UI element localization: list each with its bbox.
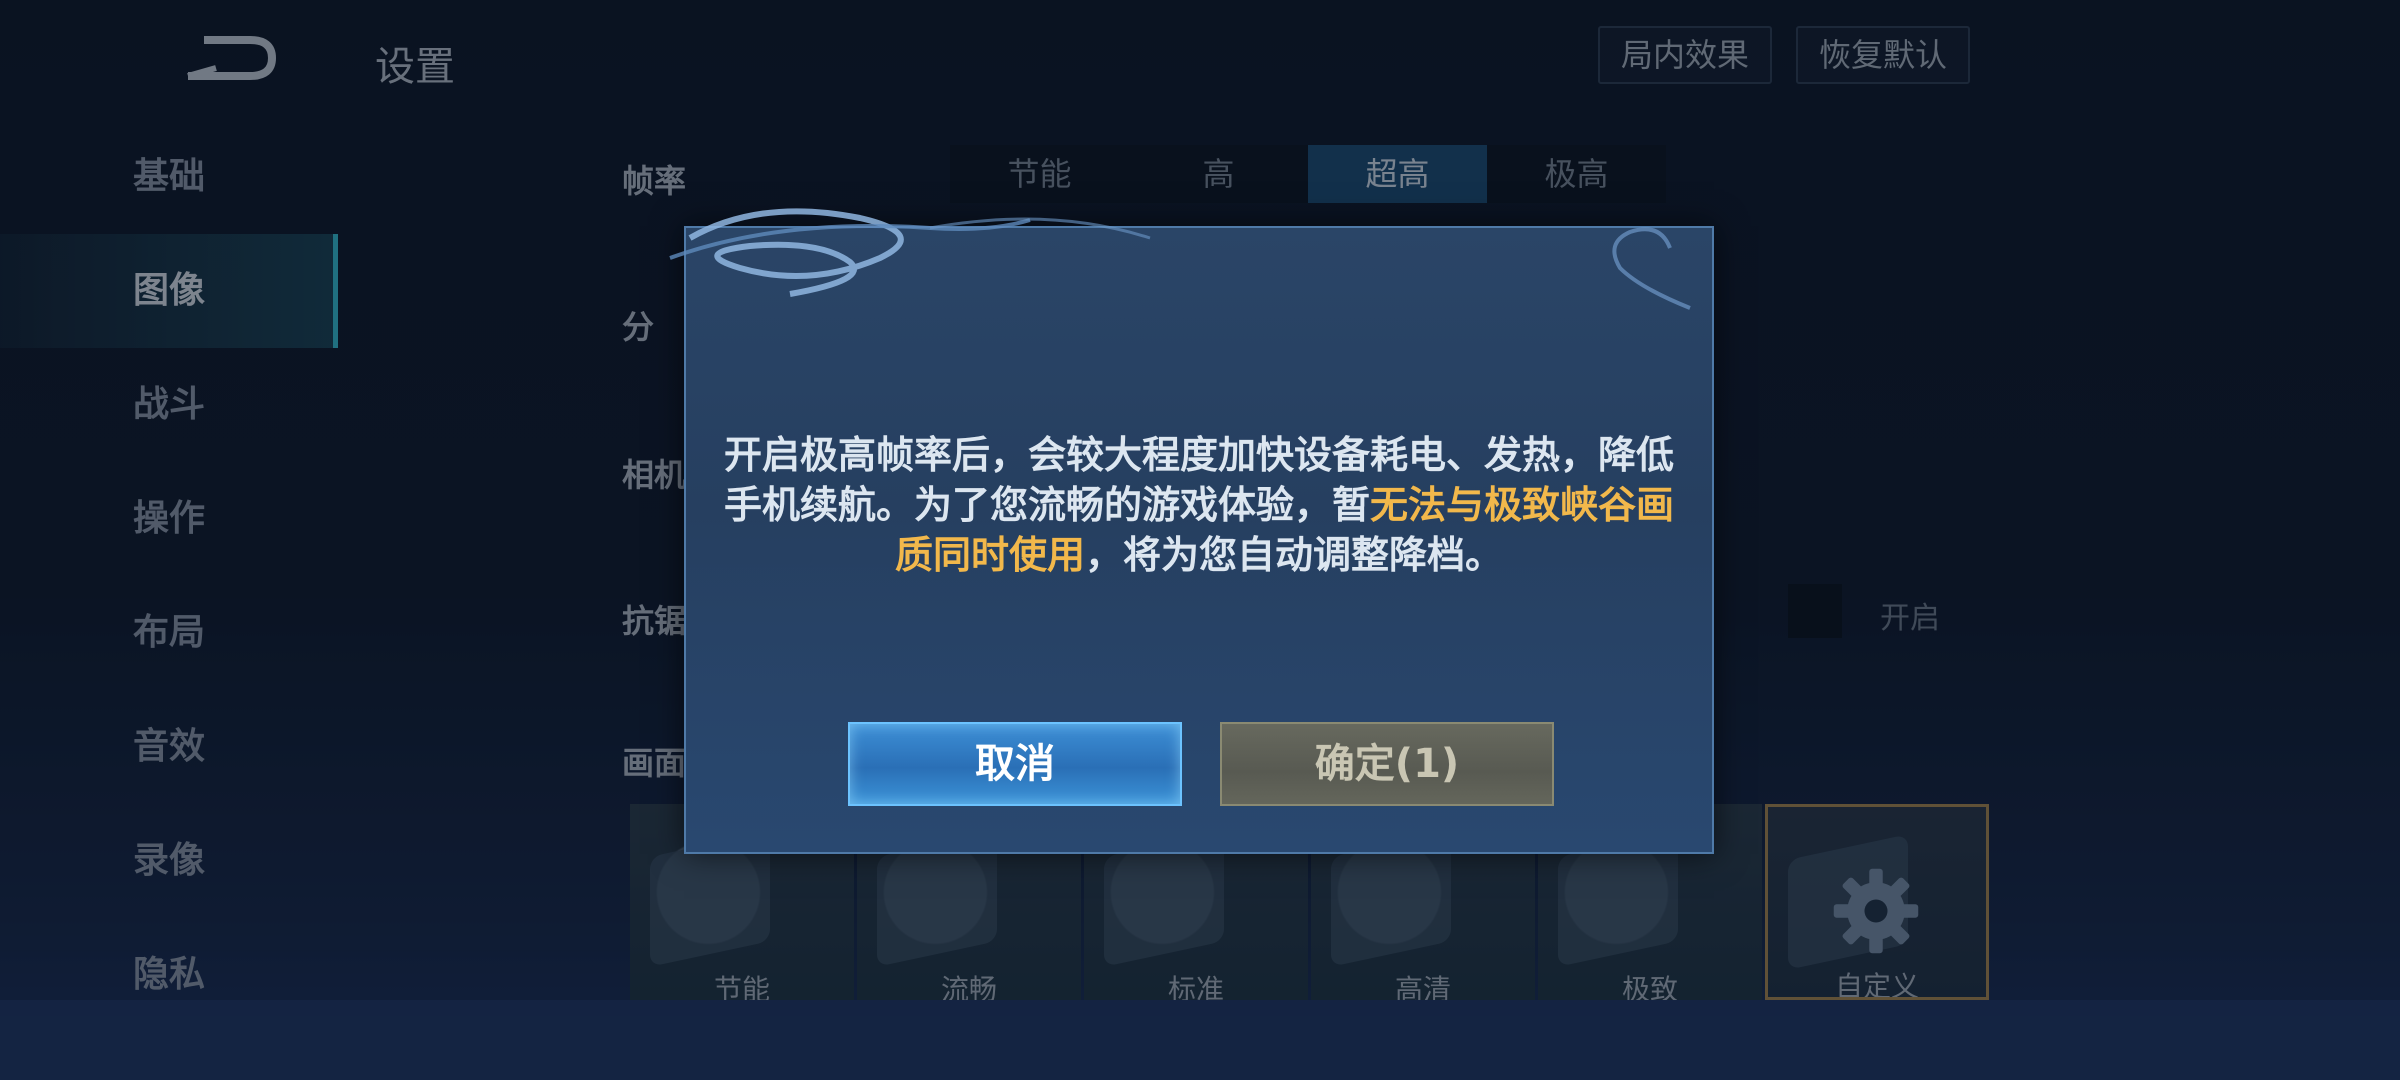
frame-rate-warning-dialog: 开启极高帧率后，会较大程度加快设备耗电、发热，降低手机续航。为了您流畅的游戏体验…	[669, 208, 1714, 854]
dialog-message-part2: ，将为您自动调整降档。	[1085, 533, 1504, 577]
dialog-message: 开启极高帧率后，会较大程度加快设备耗电、发热，降低手机续航。为了您流畅的游戏体验…	[716, 430, 1682, 580]
confirm-button[interactable]: 确定(1)	[1220, 722, 1554, 806]
cancel-button[interactable]: 取消	[848, 722, 1182, 806]
